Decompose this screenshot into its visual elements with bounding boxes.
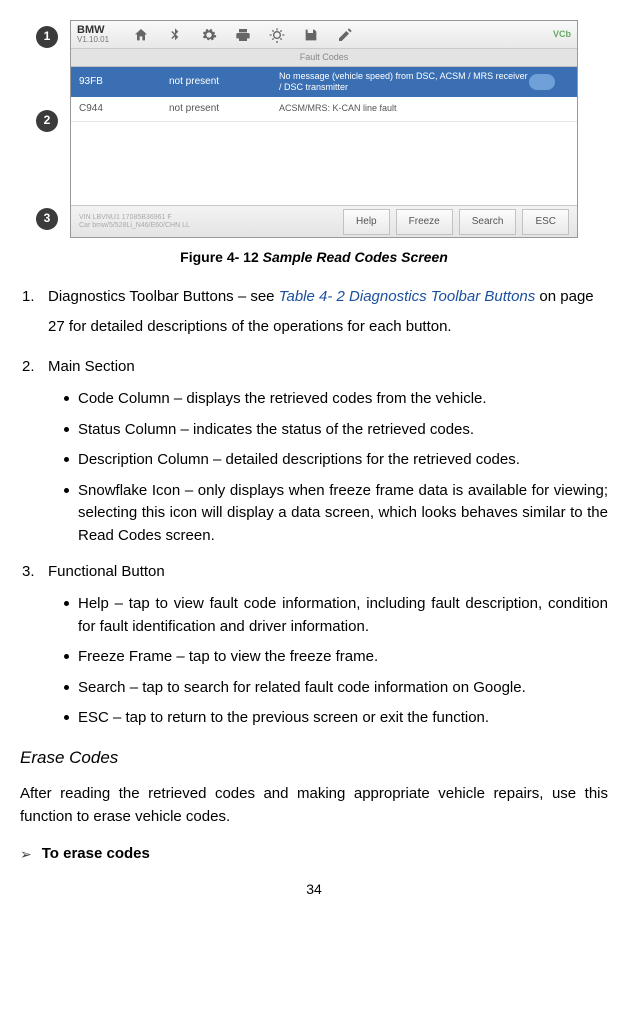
freeze-button[interactable]: Freeze bbox=[396, 209, 453, 235]
status-cell: not present bbox=[169, 74, 279, 90]
table-row[interactable]: C944 not present ACSM/MRS: K-CAN line fa… bbox=[71, 97, 577, 122]
erase-codes-paragraph: After reading the retrieved codes and ma… bbox=[20, 783, 608, 828]
bullet-item: Help – tap to view fault code informatio… bbox=[64, 593, 608, 638]
page-number: 34 bbox=[20, 878, 608, 900]
vin-info: VIN LBVNU1 17085B36961 F Car bmw/5/528Li… bbox=[79, 214, 337, 229]
caption-prefix: Figure 4- 12 bbox=[180, 249, 259, 265]
vin-line1: VIN LBVNU1 17085B36961 F bbox=[79, 214, 337, 222]
list-item: Functional Button Help – tap to view fau… bbox=[48, 557, 608, 730]
bullet-item: Search – tap to search for related fault… bbox=[64, 677, 608, 700]
triangle-bullet-icon: ➢ bbox=[20, 843, 32, 865]
diagnostics-toolbar: BMW V1.10.01 VCb bbox=[71, 21, 577, 49]
search-button[interactable]: Search bbox=[459, 209, 517, 235]
status-cell: not present bbox=[169, 101, 279, 117]
gear-icon[interactable] bbox=[201, 27, 217, 43]
desc-cell: No message (vehicle speed) from DSC, ACS… bbox=[279, 71, 529, 93]
bullet-item: Code Column – displays the retrieved cod… bbox=[64, 388, 608, 411]
callout-badge-3: 3 bbox=[36, 208, 58, 230]
home-icon[interactable] bbox=[133, 27, 149, 43]
task-label: To erase codes bbox=[42, 842, 150, 866]
save-icon[interactable] bbox=[303, 27, 319, 43]
brand-block: BMW V1.10.01 bbox=[77, 25, 109, 44]
snowflake-icon[interactable] bbox=[529, 74, 555, 90]
functional-footer: VIN LBVNU1 17085B36961 F Car bmw/5/528Li… bbox=[71, 205, 577, 237]
bullet-item: Snowflake Icon – only displays when free… bbox=[64, 480, 608, 548]
callout-list: Diagnostics Toolbar Buttons – see Table … bbox=[20, 282, 608, 730]
main-section-bullets: Code Column – displays the retrieved cod… bbox=[48, 388, 608, 547]
list-item: Main Section Code Column – displays the … bbox=[48, 352, 608, 547]
bullet-item: ESC – tap to return to the previous scre… bbox=[64, 707, 608, 730]
text: Diagnostics Toolbar Buttons – see bbox=[48, 288, 279, 305]
figure-read-codes: 1 2 3 BMW V1.10.01 VCb Fault Codes 93FB bbox=[70, 20, 578, 238]
desc-cell: ACSM/MRS: K-CAN line fault bbox=[279, 103, 529, 114]
list-item: Diagnostics Toolbar Buttons – see Table … bbox=[48, 282, 608, 342]
erase-codes-heading: Erase Codes bbox=[20, 744, 608, 771]
caption-title: Sample Read Codes Screen bbox=[263, 249, 448, 265]
bullet-item: Status Column – indicates the status of … bbox=[64, 419, 608, 442]
device-screenshot: BMW V1.10.01 VCb Fault Codes 93FB not pr… bbox=[70, 20, 578, 238]
breadcrumb-bar: Fault Codes bbox=[71, 49, 577, 67]
code-cell: 93FB bbox=[79, 74, 169, 90]
task-to-erase-codes: ➢ To erase codes bbox=[20, 842, 608, 866]
brightness-icon[interactable] bbox=[269, 27, 285, 43]
pencil-icon[interactable] bbox=[337, 27, 353, 43]
toolbar-status: VCb bbox=[553, 27, 571, 41]
brand-version: V1.10.01 bbox=[77, 36, 109, 44]
breadcrumb-label: Fault Codes bbox=[300, 50, 349, 64]
code-cell: C944 bbox=[79, 101, 169, 117]
bullet-item: Description Column – detailed descriptio… bbox=[64, 449, 608, 472]
bluetooth-icon[interactable] bbox=[167, 27, 183, 43]
print-icon[interactable] bbox=[235, 27, 251, 43]
functional-button-bullets: Help – tap to view fault code informatio… bbox=[48, 593, 608, 730]
figure-caption: Figure 4- 12 Sample Read Codes Screen bbox=[20, 246, 608, 268]
text: Main Section bbox=[48, 358, 135, 375]
table-reference-link[interactable]: Table 4- 2 Diagnostics Toolbar Buttons bbox=[279, 288, 536, 305]
bullet-item: Freeze Frame – tap to view the freeze fr… bbox=[64, 646, 608, 669]
text: Functional Button bbox=[48, 563, 165, 580]
table-row[interactable]: 93FB not present No message (vehicle spe… bbox=[71, 67, 577, 97]
vin-line2: Car bmw/5/528Li_N46/E60/CHN LL bbox=[79, 222, 337, 230]
callout-badge-1: 1 bbox=[36, 26, 58, 48]
callout-badge-2: 2 bbox=[36, 110, 58, 132]
esc-button[interactable]: ESC bbox=[522, 209, 569, 235]
code-rows: 93FB not present No message (vehicle spe… bbox=[71, 67, 577, 205]
help-button[interactable]: Help bbox=[343, 209, 390, 235]
